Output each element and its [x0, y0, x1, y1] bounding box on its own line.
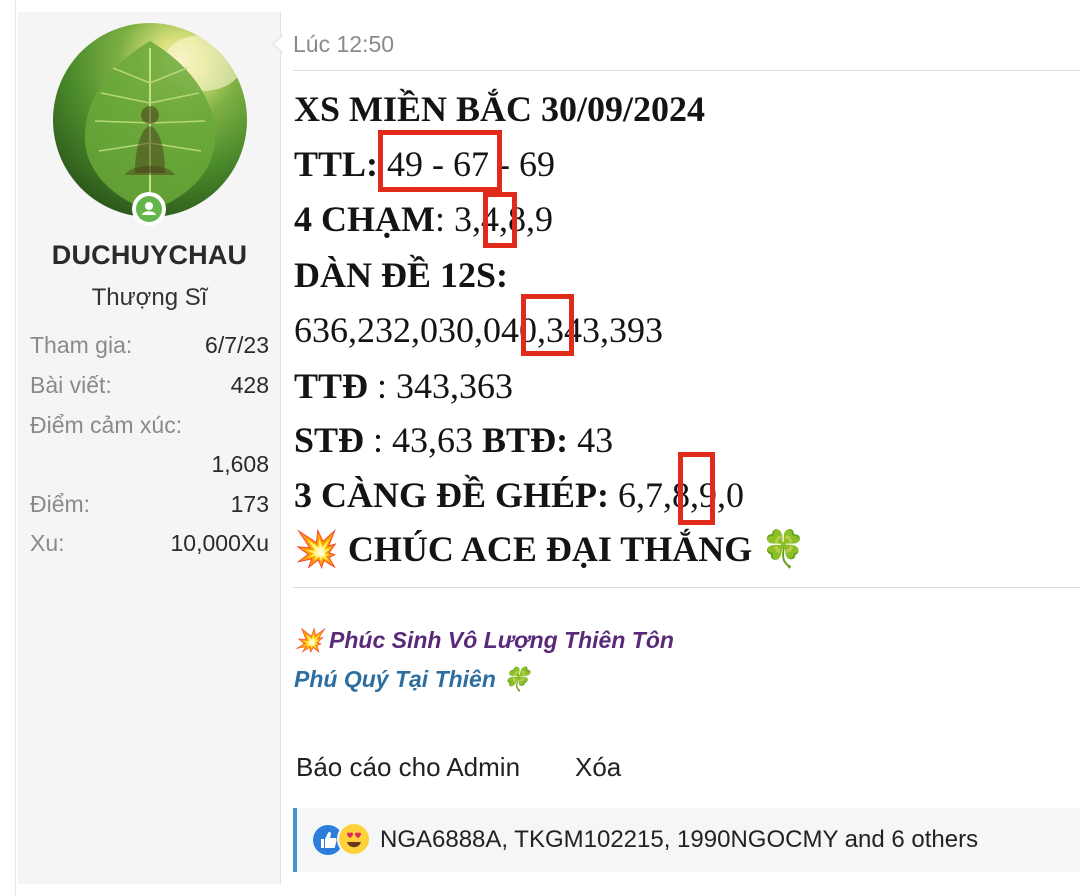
stat-value-joined: 6/7/23: [205, 332, 269, 358]
love-eyes-icon: [337, 822, 371, 856]
user-panel: DUCHUYCHAU Thượng Sĩ Tham gia: 6/7/23 Bà…: [18, 12, 281, 884]
ttd-value: : 343,363: [368, 366, 514, 406]
stat-label-posts: Bài viết:: [30, 372, 112, 398]
report-link[interactable]: Báo cáo cho Admin: [296, 752, 520, 783]
post-cang-line: 3 CÀNG ĐỀ GHÉP: 6,7,8,9,0: [294, 474, 744, 516]
divider: [293, 70, 1080, 71]
post-dan-de-value: 636,232,030,040,343,393: [294, 310, 663, 350]
explosion-icon: 💥: [294, 529, 339, 569]
post-dan-de-label: DÀN ĐỀ 12S:: [294, 255, 509, 295]
stat-value-points: 173: [230, 491, 269, 517]
online-status-icon: [132, 192, 166, 226]
highlight-box-cang: [678, 452, 715, 525]
signature-line-2: Phú Quý Tại Thiên 🍀: [294, 666, 531, 692]
btd-value: 43: [568, 420, 614, 460]
ttd-label: TTĐ: [294, 366, 369, 406]
reactions-bar[interactable]: NGA6888A, TKGM102215, 1990NGOCMY and 6 o…: [293, 808, 1080, 872]
cang-label: 3 CÀNG ĐỀ GHÉP:: [294, 475, 609, 515]
avatar-image: [84, 35, 243, 211]
std-value: : 43,63: [364, 420, 483, 460]
explosion-icon: 💥: [294, 627, 323, 653]
delete-link[interactable]: Xóa: [575, 752, 621, 783]
std-label: STĐ: [294, 420, 365, 460]
page-edge: [0, 0, 16, 896]
user-rank: Thượng Sĩ: [91, 284, 208, 311]
wish-text: CHÚC ACE ĐẠI THẮNG: [347, 529, 753, 569]
stat-value-posts: 428: [230, 372, 269, 398]
clover-icon: 🍀: [502, 666, 531, 692]
post-ttd-line: TTĐ : 343,363: [294, 365, 513, 407]
highlight-box-cham: [483, 192, 517, 248]
stat-label-joined: Tham gia:: [30, 332, 133, 358]
signature-divider: [293, 587, 1080, 588]
avatar[interactable]: [53, 23, 247, 217]
btd-label: BTĐ:: [482, 420, 569, 460]
cham-label: 4 CHẠM: [294, 199, 435, 239]
stat-value-coins: 10,000Xu: [170, 530, 269, 556]
cang-value: 6,7,8,9,0: [609, 475, 744, 515]
reactions-list[interactable]: NGA6888A, TKGM102215, 1990NGOCMY and 6 o…: [380, 826, 978, 854]
post-title: XS MIỀN BẮC 30/09/2024: [294, 89, 706, 129]
highlight-box-dan-de: [521, 294, 574, 356]
stat-label-points: Điểm:: [30, 491, 91, 517]
post-std-line: STĐ : 43,63 BTĐ: 43: [294, 419, 613, 461]
signature-line-1: 💥 Phúc Sinh Vô Lượng Thiên Tôn: [294, 627, 674, 653]
stat-label-reaction-score: Điểm cảm xúc:: [30, 412, 183, 438]
post-wish-line: 💥 CHÚC ACE ĐẠI THẮNG 🍀: [294, 528, 806, 570]
stat-label-coins: Xu:: [30, 530, 65, 556]
clover-icon: 🍀: [761, 529, 807, 569]
username[interactable]: DUCHUYCHAU: [18, 240, 281, 271]
highlight-box-ttl: [378, 130, 502, 192]
ttl-label: TTL:: [294, 144, 379, 184]
post-timestamp[interactable]: Lúc 12:50: [293, 31, 394, 58]
stat-value-reaction-score: 1,608: [211, 451, 269, 477]
